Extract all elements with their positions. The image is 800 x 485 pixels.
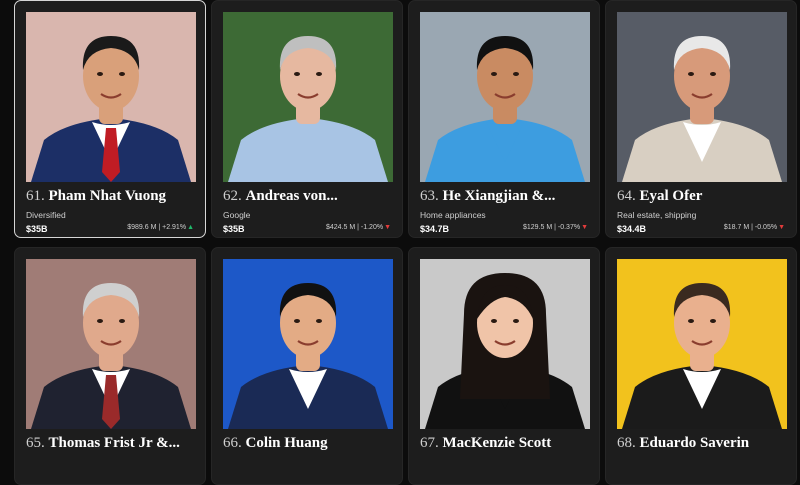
portrait-illustration (420, 259, 590, 429)
net-worth-value: $34.7B (420, 224, 450, 234)
portrait-illustration (420, 12, 590, 182)
rank-number: 61. (26, 188, 45, 204)
rank-number: 66. (223, 435, 242, 451)
rank-number: 68. (617, 435, 636, 451)
billionaire-name[interactable]: 62. Andreas von... (223, 188, 398, 205)
industry-label: Real estate, shipping (617, 210, 697, 220)
daily-change-text: $424.5 M | -1.20% (325, 224, 384, 231)
billionaire-card[interactable]: 63. He Xiangjian &... Home appliances $34.… (408, 0, 600, 238)
rank-number: 64. (617, 188, 636, 204)
billionaire-name[interactable]: 65. Thomas Frist Jr &... (26, 435, 201, 452)
net-worth-value: $35B (26, 224, 48, 234)
billionaire-name[interactable]: 61. Pham Nhat Vuong (26, 188, 201, 205)
billionaire-card-grid: 61. Pham Nhat Vuong Diversified $35B $989.6… (0, 0, 800, 485)
portrait-photo[interactable] (617, 259, 787, 429)
daily-change-text: $18.7 M | -0.05% (723, 224, 778, 231)
portrait-photo[interactable] (26, 259, 196, 429)
billionaire-name[interactable]: 68. Eduardo Saverin (617, 435, 792, 452)
daily-change: $989.6 M | +2.91%▲ (127, 224, 194, 231)
billionaire-card[interactable]: 66. Colin Huang (211, 247, 403, 485)
portrait-photo[interactable] (223, 12, 393, 182)
billionaire-name[interactable]: 64. Eyal Ofer (617, 188, 792, 205)
industry-label: Diversified (26, 210, 66, 220)
arrow-down-icon: ▼ (778, 224, 785, 231)
rank-number: 65. (26, 435, 45, 451)
daily-change (784, 471, 785, 478)
daily-change (390, 471, 391, 478)
billionaire-name[interactable]: 66. Colin Huang (223, 435, 398, 452)
industry-label: Google (223, 210, 251, 220)
rank-number: 62. (223, 188, 242, 204)
industry-label: Home appliances (420, 210, 486, 220)
portrait-illustration (617, 259, 787, 429)
portrait-illustration (26, 12, 196, 182)
portrait-photo[interactable] (420, 259, 590, 429)
portrait-photo[interactable] (26, 12, 196, 182)
portrait-illustration (26, 259, 196, 429)
name-text[interactable]: Eyal Ofer (640, 188, 703, 204)
arrow-down-icon: ▼ (384, 224, 391, 231)
name-text[interactable]: Pham Nhat Vuong (49, 188, 167, 204)
portrait-illustration (223, 259, 393, 429)
arrow-down-icon: ▼ (581, 224, 588, 231)
portrait-illustration (617, 12, 787, 182)
billionaire-name[interactable]: 67. MacKenzie Scott (420, 435, 595, 452)
daily-change: $129.5 M | -0.37%▼ (523, 224, 588, 231)
daily-change (587, 471, 588, 478)
daily-change (193, 471, 194, 478)
billionaire-name[interactable]: 63. He Xiangjian &... (420, 188, 595, 205)
name-text[interactable]: Andreas von... (246, 188, 338, 204)
daily-change: $424.5 M | -1.20%▼ (326, 224, 391, 231)
net-worth-value: $35B (223, 224, 245, 234)
billionaire-card[interactable]: 67. MacKenzie Scott (408, 247, 600, 485)
net-worth-value: $34.4B (617, 224, 647, 234)
portrait-photo[interactable] (223, 259, 393, 429)
name-text[interactable]: MacKenzie Scott (443, 435, 552, 451)
rank-number: 67. (420, 435, 439, 451)
daily-change-text: $129.5 M | -0.37% (522, 224, 581, 231)
portrait-illustration (223, 12, 393, 182)
billionaire-card[interactable]: 65. Thomas Frist Jr &... (14, 247, 206, 485)
portrait-photo[interactable] (617, 12, 787, 182)
billionaire-card[interactable]: 62. Andreas von... Google $35B $424.5 M | -… (211, 0, 403, 238)
billionaire-card[interactable]: 61. Pham Nhat Vuong Diversified $35B $989.6… (14, 0, 206, 238)
portrait-photo[interactable] (420, 12, 590, 182)
arrow-up-icon: ▲ (187, 224, 194, 231)
rank-number: 63. (420, 188, 439, 204)
name-text[interactable]: Thomas Frist Jr &... (49, 435, 180, 451)
daily-change: $18.7 M | -0.05%▼ (724, 224, 785, 231)
daily-change-text: $989.6 M | +2.91% (127, 224, 187, 231)
name-text[interactable]: Eduardo Saverin (640, 435, 750, 451)
name-text[interactable]: Colin Huang (246, 435, 328, 451)
billionaire-card[interactable]: 64. Eyal Ofer Real estate, shipping $34.4B… (605, 0, 797, 238)
name-text[interactable]: He Xiangjian &... (443, 188, 556, 204)
billionaire-card[interactable]: 68. Eduardo Saverin (605, 247, 797, 485)
